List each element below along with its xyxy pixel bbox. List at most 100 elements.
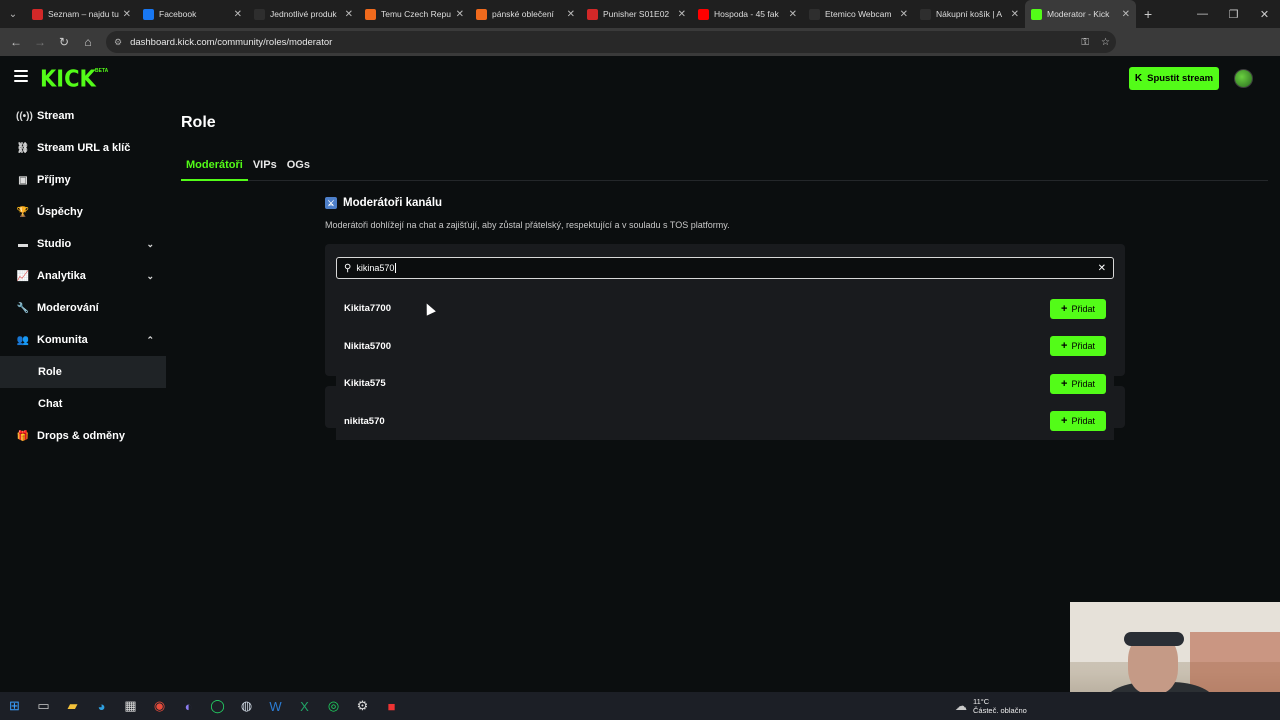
whatsapp-icon[interactable]: ◯ [203,692,232,720]
analytics-icon: 📈 [16,270,30,282]
tab-close-icon[interactable]: ✕ [456,9,464,20]
browser-tab[interactable]: Nákupní košík | A ✕ [914,0,1025,28]
add-moderator-button[interactable]: + Přidat [1050,411,1106,431]
spotify-icon[interactable]: ◎ [319,692,348,720]
bookmark-star-icon[interactable]: ☆ [1101,37,1110,48]
sidebar-item-komunita[interactable]: 👥 Komunita ⌃ [0,324,166,356]
sidebar-item-analytika[interactable]: 📈 Analytika ⌄ [0,260,166,292]
chevron-up-icon[interactable]: ⌃ [146,335,154,346]
search-value: kikina570 [356,263,395,273]
word-icon[interactable]: W [261,692,290,720]
studio-icon: ▬ [18,238,28,250]
start-stream-button[interactable]: K Spustit stream [1129,67,1219,90]
tab-close-icon[interactable]: ✕ [123,9,131,20]
tab-moderators[interactable]: Moderátoři [181,156,248,181]
forward-icon[interactable]: → [28,28,52,56]
address-bar[interactable]: ⚙ dashboard.kick.com/community/roles/mod… [106,31,1116,53]
site-info-icon[interactable]: ⚙ [114,37,122,48]
sidebar-item-drops-odm-ny[interactable]: 🎁 Drops & odměny [0,420,166,452]
tab-favicon-icon [365,8,376,20]
sidebar-item-studio[interactable]: ▬ Studio ⌄ [0,228,166,260]
plus-icon: + [1061,340,1068,352]
top-navigation: KICK BETA K Spustit stream [0,56,1280,100]
password-key-icon[interactable]: ⚿ [1081,37,1089,48]
sidebar-item-p-jmy[interactable]: ▣ Příjmy [0,164,166,196]
windows-start-icon[interactable]: ⊞ [0,692,29,720]
tab-ogs[interactable]: OGs [282,156,315,181]
sidebar-item-label: Komunita [37,334,88,346]
tab-title: Jednotlivé produk [270,9,337,19]
task-view-icon[interactable]: ▭ [29,692,58,720]
browser-tab[interactable]: Hospoda - 45 fak ✕ [692,0,803,28]
add-moderator-button[interactable]: + Přidat [1050,373,1106,394]
hamburger-menu-icon[interactable] [14,70,28,82]
sidebar-item-stream-url-a-kl-[interactable]: ⛓ Stream URL a klíč [0,132,166,164]
tab-close-icon[interactable]: ✕ [234,9,242,20]
new-tab-button[interactable]: + [1144,6,1152,22]
maximize-icon[interactable]: ❐ [1218,0,1249,28]
tab-title: Seznam – najdu tu [48,9,119,19]
file-explorer-icon[interactable]: ▰ [58,692,87,720]
section-heading: ⚔ Moderátoři kanálu [325,197,442,209]
section-title: Moderátoři kanálu [343,197,443,209]
add-moderator-button[interactable]: + Přidat [1050,336,1106,356]
sidebar-item-label: Stream [37,110,75,122]
tab-close-icon[interactable]: ✕ [567,9,575,20]
tab-title: pánské oblečení [492,9,554,19]
sidebar-item-label: Chat [38,398,63,410]
excel-icon[interactable]: X [290,692,319,720]
edge-icon[interactable]: ◕ [87,692,116,720]
weather-widget[interactable]: ☁ 11°C Částeč. oblačno [955,692,1027,720]
browser-tab[interactable]: pánské oblečení ✕ [470,0,581,28]
add-button-label: Přidat [1071,378,1095,389]
wallet-icon: ▣ [18,174,28,186]
minimize-icon[interactable]: — [1187,0,1218,28]
tab-close-icon[interactable]: ✕ [345,9,353,20]
tab-close-icon[interactable]: ✕ [1011,9,1019,20]
browser-tab[interactable]: Moderator - Kick ✕ [1025,0,1136,28]
sidebar-item--sp-chy[interactable]: 🏆 Úspěchy [0,196,166,228]
tab-close-icon[interactable]: ✕ [1122,9,1130,20]
broadcast-icon: ((•)) [16,110,33,122]
result-username: Kikita575 [344,378,386,389]
sidebar-item-label: Úspěchy [37,206,83,218]
browser-tab[interactable]: Etemico Webcam ✕ [803,0,914,28]
tab-vips[interactable]: VIPs [248,156,282,181]
tab-close-icon[interactable]: ✕ [900,9,908,20]
sidebar-item-role[interactable]: Role [0,356,166,388]
app-st-icon[interactable]: ■ [377,692,406,720]
tab-favicon-icon [698,8,709,20]
tab-favicon-icon [143,8,154,20]
tab-search-icon[interactable]: ⌄ [0,0,26,28]
back-icon[interactable]: ← [4,28,28,56]
browser-tab[interactable]: Temu Czech Repu ✕ [359,0,470,28]
close-window-icon[interactable]: ✕ [1249,0,1280,28]
reload-icon[interactable]: ↻ [52,28,76,56]
user-avatar[interactable] [1234,69,1253,88]
sidebar-item-chat[interactable]: Chat [0,388,166,420]
weather-desc: Částeč. oblačno [973,706,1027,715]
steam-icon[interactable]: ◍ [232,692,261,720]
discord-icon[interactable]: ◐ [174,692,203,720]
tab-title: Etemico Webcam [825,9,892,19]
sidebar-item-stream[interactable]: ((•)) Stream [0,100,166,132]
store-icon[interactable]: ▦ [116,692,145,720]
sidebar-item-label: Analytika [37,270,86,282]
sidebar-item-moderov-n-[interactable]: 🔧 Moderování [0,292,166,324]
tab-close-icon[interactable]: ✕ [678,9,686,20]
tab-close-icon[interactable]: ✕ [789,9,797,20]
browser-tab[interactable]: Facebook ✕ [137,0,248,28]
browser-tab[interactable]: Jednotlivé produk ✕ [248,0,359,28]
browser-tab[interactable]: Punisher S01E02 ✕ [581,0,692,28]
home-icon[interactable]: ⌂ [76,28,100,56]
add-moderator-button[interactable]: + Přidat [1050,298,1106,319]
chevron-down-icon[interactable]: ⌄ [146,271,154,282]
browser-tab[interactable]: Seznam – najdu tu ✕ [26,0,137,28]
kick-logo[interactable]: KICK [40,66,96,92]
user-search-input[interactable]: ⚲ kikina570 ✕ [336,257,1114,279]
chevron-down-icon[interactable]: ⌄ [146,239,154,250]
settings-gear-icon[interactable]: ⚙ [348,692,377,720]
chrome-icon[interactable]: ◉ [145,692,174,720]
clear-search-icon[interactable]: ✕ [1098,263,1106,274]
tab-title: Facebook [159,9,197,19]
